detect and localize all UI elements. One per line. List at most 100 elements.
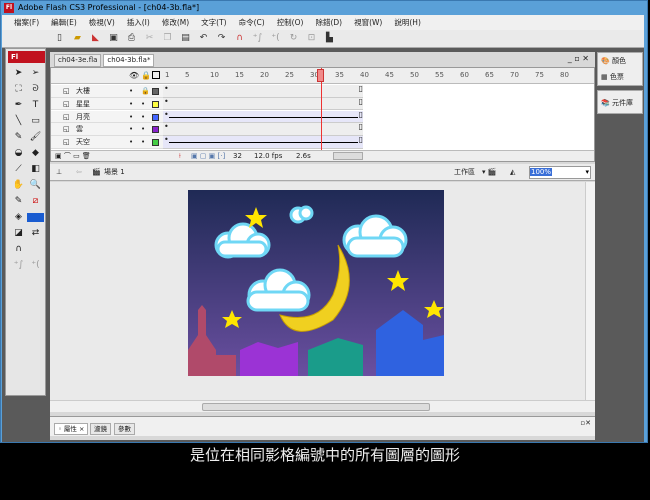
layer-name[interactable]: 雲 [76, 123, 83, 135]
layer-name[interactable]: 大樓 [76, 85, 90, 97]
rotate-icon[interactable]: ↻ [288, 33, 299, 44]
tab-filters[interactable]: 濾鏡 [90, 423, 111, 435]
straighten-icon[interactable]: ⁺( [270, 33, 281, 44]
snap-icon[interactable]: ∩ [234, 33, 245, 44]
eyedropper-tool-icon[interactable]: ⟋ [10, 163, 27, 176]
tab-properties[interactable]: ◦ 屬性 × [54, 423, 89, 435]
doc-tab[interactable]: ch04-3e.fla [54, 54, 102, 67]
stage-artwork[interactable] [188, 190, 444, 376]
layer-frames[interactable]: • ▯ [163, 122, 363, 136]
menu-text[interactable]: 文字(T) [195, 15, 232, 30]
rectangle-tool-icon[interactable]: ▭ [27, 115, 44, 128]
layer-frames[interactable]: • ▯ [163, 110, 363, 124]
swatches-panel-button[interactable]: ▦ 色票 [598, 69, 642, 85]
layer-frames[interactable]: • ▯ [163, 135, 363, 149]
menu-control[interactable]: 控制(O) [271, 15, 310, 30]
visibility-toggle[interactable]: • [129, 136, 133, 148]
edit-scene-icon[interactable]: ▾ 🎬 [482, 164, 496, 181]
black-white-icon[interactable]: ◪ [10, 227, 27, 240]
center-frame-icon[interactable]: ⍿ [179, 151, 181, 162]
swap-colors-icon[interactable]: ⇄ [27, 227, 44, 240]
zoom-tool-icon[interactable]: 🔍 [27, 179, 44, 192]
menu-insert[interactable]: 插入(I) [121, 15, 156, 30]
ink-bottle-tool-icon[interactable]: ◒ [10, 147, 27, 160]
layer-color-swatch[interactable] [152, 126, 159, 134]
doc-tab-active[interactable]: ch04-3b.fla* [103, 54, 155, 67]
redo-icon[interactable]: ↷ [216, 33, 227, 44]
layer-buttons-icon[interactable]: ▣ ⌒ ▭ 🗑 [55, 151, 91, 162]
lock-toggle[interactable]: • [141, 136, 145, 148]
lock-icon[interactable]: 🔒 [141, 71, 151, 80]
align-icon[interactable]: ▙ [324, 33, 335, 44]
timeline-toggle-icon[interactable]: ⊥ [56, 164, 62, 181]
pencil-tool-icon[interactable]: ✎ [10, 131, 27, 144]
layer-row[interactable]: ◱ 雲 • • [51, 123, 163, 136]
layer-name[interactable]: 天空 [76, 136, 90, 148]
scroll-thumb[interactable] [202, 403, 430, 411]
brush-tool-icon[interactable]: 🖌 [27, 131, 44, 144]
cut-icon[interactable]: ✂ [144, 33, 155, 44]
onion-skin-icons[interactable]: ▣ ▢ ▣ [·] [191, 151, 225, 162]
save-icon[interactable]: ▣ [108, 33, 119, 44]
layer-color-swatch[interactable] [152, 88, 159, 95]
layer-row[interactable]: ◱ 大樓 • 🔒 [51, 85, 163, 98]
menu-debug[interactable]: 除錯(D) [309, 15, 348, 30]
back-arrow-icon[interactable]: ⇦ [76, 164, 82, 181]
pen-tool-icon[interactable]: ✒ [10, 99, 27, 112]
fill-color-icon[interactable]: ◈ [10, 211, 27, 224]
scale-icon[interactable]: ⊡ [306, 33, 317, 44]
paste-icon[interactable]: ▤ [180, 33, 191, 44]
layer-name[interactable]: 星星 [76, 98, 90, 110]
layer-color-swatch[interactable] [152, 113, 159, 121]
snap-magnet-icon[interactable]: ∩ [10, 243, 27, 256]
paint-bucket-tool-icon[interactable]: ◆ [27, 147, 44, 160]
scene-name[interactable]: 場景 1 [104, 164, 125, 181]
horizontal-scrollbar[interactable] [50, 400, 595, 412]
eye-icon[interactable]: 👁 [129, 71, 139, 80]
lock-toggle[interactable]: • [141, 111, 145, 123]
menu-commands[interactable]: 命令(C) [233, 15, 271, 30]
open-icon[interactable]: ▰ [72, 33, 83, 44]
library-panel-button[interactable]: 📚 元件庫 [598, 95, 642, 111]
window-controls[interactable]: _ ▫ ✕ [568, 54, 589, 63]
panel-menu-icon[interactable]: ▫✕ [580, 419, 591, 427]
visibility-toggle[interactable]: • [129, 85, 133, 97]
lock-toggle[interactable]: 🔒 [141, 85, 150, 97]
layer-color-swatch[interactable] [152, 100, 159, 108]
visibility-toggle[interactable]: • [129, 98, 133, 110]
visibility-toggle[interactable]: • [129, 111, 133, 123]
smooth-option-icon[interactable]: ⁺∫ [10, 259, 27, 272]
layer-name[interactable]: 月亮 [76, 111, 90, 123]
text-tool-icon[interactable]: T [27, 99, 44, 112]
new-icon[interactable]: ▯ [54, 33, 65, 44]
layer-frames[interactable]: • ▯ [163, 84, 363, 98]
layer-row[interactable]: ◱ 月亮 • • [51, 110, 163, 124]
workspace-dropdown[interactable]: 工作區 [454, 164, 475, 181]
menu-modify[interactable]: 修改(M) [156, 15, 195, 30]
hand-tool-icon[interactable]: ✋ [10, 179, 27, 192]
selection-tool-icon[interactable]: ➤ [10, 67, 27, 80]
eraser-tool-icon[interactable]: ◧ [27, 163, 44, 176]
menu-window[interactable]: 視窗(W) [348, 15, 388, 30]
vertical-scrollbar[interactable] [585, 182, 595, 400]
outline-icon[interactable] [152, 71, 160, 79]
lock-toggle[interactable]: • [141, 98, 145, 110]
fill-none-icon[interactable]: ⧄ [27, 195, 44, 208]
straighten-option-icon[interactable]: ⁺( [27, 259, 44, 272]
menu-help[interactable]: 說明(H) [388, 15, 427, 30]
undo-icon[interactable]: ↶ [198, 33, 209, 44]
subselection-tool-icon[interactable]: ➢ [27, 67, 44, 80]
playhead-handle[interactable] [317, 69, 324, 82]
visibility-toggle[interactable]: • [129, 123, 133, 135]
print-icon[interactable]: ⎙ [126, 33, 137, 44]
tab-parameters[interactable]: 參數 [114, 423, 135, 435]
copy-icon[interactable]: ❐ [162, 33, 173, 44]
zoom-select[interactable]: 100% ▾ [529, 166, 591, 179]
menu-edit[interactable]: 編輯(E) [45, 15, 83, 30]
layer-frames[interactable]: • ▯ [163, 97, 363, 111]
layer-color-swatch[interactable] [152, 139, 159, 147]
timeline-scrollbar[interactable] [333, 152, 363, 160]
layer-row[interactable]: ◱ 天空 • • [51, 136, 163, 149]
stroke-color-icon[interactable]: ✎ [10, 195, 27, 208]
fill-swatch[interactable] [27, 213, 44, 222]
